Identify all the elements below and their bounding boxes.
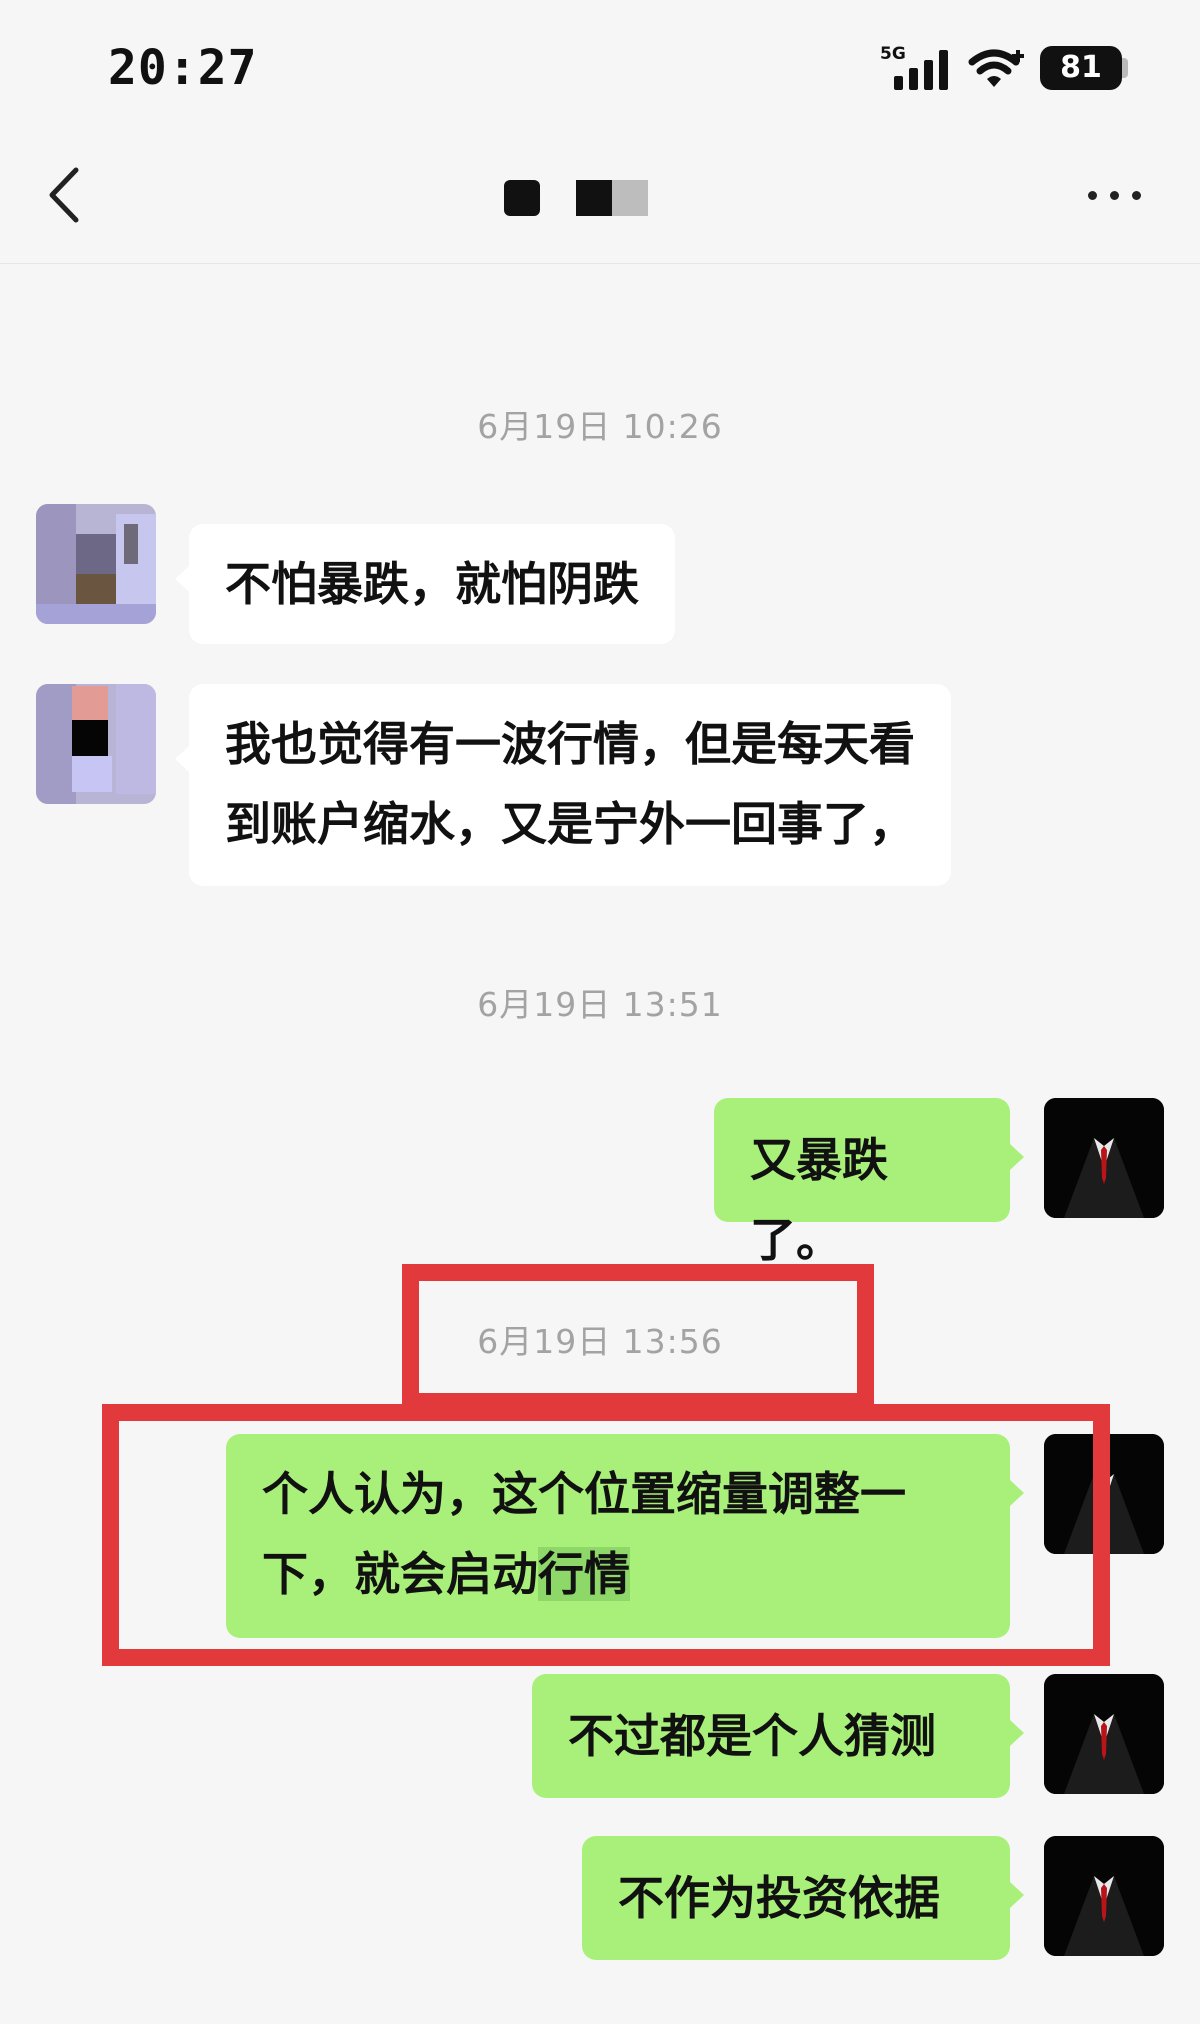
bubble-tail: [1010, 1480, 1024, 1506]
battery-level: 81: [1060, 50, 1102, 85]
bubble-tail: [1010, 1882, 1024, 1908]
message-line: 个人认为，这个位置缩量调整一: [262, 1467, 906, 1521]
self-avatar[interactable]: [1044, 1434, 1164, 1554]
bubble-tail: [175, 566, 189, 592]
message-line: 我也觉得有一波行情，但是每天看: [225, 717, 915, 771]
message-text: 不作为投资依据: [618, 1871, 940, 1925]
status-bar: 20:27 5G 81: [0, 0, 1200, 130]
wifi-icon: [968, 49, 1024, 87]
battery-icon: 81: [1040, 46, 1122, 90]
message-text: 不过都是个人猜测: [568, 1709, 936, 1763]
message-bubble-incoming[interactable]: 我也觉得有一波行情，但是每天看 到账户缩水，又是宁外一回事了，: [189, 684, 951, 886]
back-arrow-icon[interactable]: [40, 160, 96, 230]
message-bubble-outgoing[interactable]: 又暴跌了。: [714, 1098, 1010, 1267]
message-line: 到账户缩水，又是宁外一回事了，: [225, 797, 915, 851]
message-line-with-highlight: 下，就会启动行情: [262, 1534, 974, 1614]
self-avatar[interactable]: [1044, 1836, 1164, 1956]
timestamp: 6月19日 13:51: [477, 985, 723, 1024]
status-time: 20:27: [108, 40, 258, 96]
contact-avatar[interactable]: [36, 504, 156, 624]
bubble-tail: [1010, 1720, 1024, 1746]
message-bubble-outgoing[interactable]: 不过都是个人猜测: [532, 1674, 1010, 1798]
chat-title-redacted: [500, 180, 660, 220]
self-avatar[interactable]: [1044, 1098, 1164, 1218]
signal-icon: 5G: [880, 44, 960, 90]
selected-text-highlight: 行情: [538, 1547, 630, 1601]
message-text: 不怕暴跌，就怕阴跌: [225, 557, 639, 611]
message-bubble-incoming[interactable]: 不怕暴跌，就怕阴跌: [189, 524, 675, 644]
bubble-tail: [175, 746, 189, 772]
self-avatar[interactable]: [1044, 1674, 1164, 1794]
more-icon[interactable]: [1080, 170, 1150, 220]
battery-nub: [1122, 58, 1128, 78]
message-line: 下，就会启动: [262, 1547, 538, 1601]
timestamp: 6月19日 13:56: [477, 1322, 723, 1361]
message-bubble-outgoing[interactable]: 不作为投资依据: [582, 1836, 1010, 1960]
timestamp: 6月19日 10:26: [477, 407, 723, 446]
network-label: 5G: [880, 44, 906, 64]
message-bubble-outgoing[interactable]: 个人认为，这个位置缩量调整一 下，就会启动行情: [226, 1434, 1010, 1638]
bubble-tail: [1010, 1144, 1024, 1170]
chat-header: [0, 130, 1200, 264]
message-text: 又暴跌了。: [750, 1133, 888, 1267]
contact-avatar[interactable]: [36, 684, 156, 804]
